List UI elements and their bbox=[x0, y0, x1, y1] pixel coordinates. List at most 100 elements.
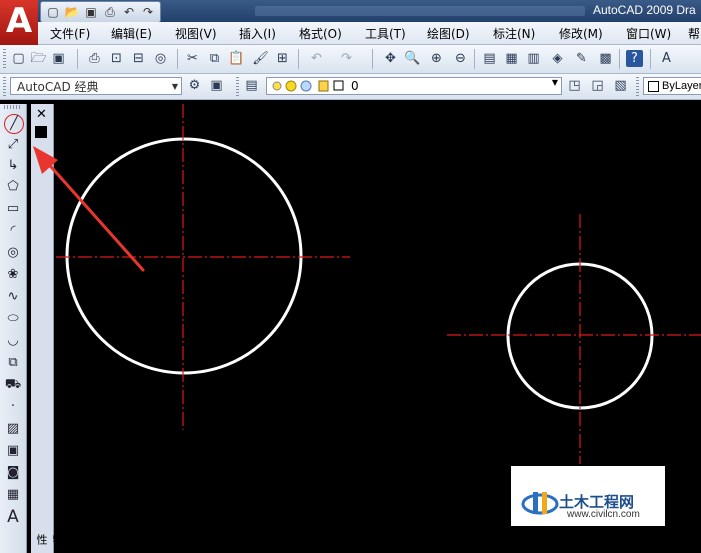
layer-state-icons bbox=[272, 80, 344, 92]
ellipse-arc-tool-icon[interactable]: ◡ bbox=[4, 332, 22, 350]
properties-icon[interactable]: ▤ bbox=[481, 50, 498, 67]
cut-icon[interactable]: ✂ bbox=[184, 50, 201, 67]
palette-options-icon[interactable] bbox=[35, 126, 47, 138]
menu-edit[interactable]: 编辑(E) bbox=[111, 25, 152, 42]
new-icon[interactable]: ▢ bbox=[45, 5, 61, 20]
draw-toolbar: ╱ ⤢ ↳ ⬠ ▭ ◜ ◎ ❀ ∿ ⬭ ◡ ⧉ ⛟ · ▨ ▣ ◙ ▦ A bbox=[0, 104, 27, 553]
workspace-layer-toolbar: AutoCAD 经典 ▼ ⚙ ▣ ▤ 0 ▼ ◳ ◲ ▧ ByLayer bbox=[0, 74, 701, 100]
title-bar: ▢ 📂 ▣ ⎙ ↶ ↷ AutoCAD 2009 Dra bbox=[0, 0, 701, 23]
3d-dwf-icon[interactable]: ◎ bbox=[152, 50, 169, 67]
menu-bar: 文件(F) 编辑(E) 视图(V) 插入(I) 格式(O) 工具(T) 绘图(D… bbox=[38, 22, 701, 45]
toolbar-separator bbox=[77, 49, 78, 69]
calculator-icon[interactable]: ▩ bbox=[597, 50, 614, 67]
table-tool-icon[interactable]: ▦ bbox=[4, 486, 22, 504]
sheet-set-icon[interactable]: ◈ bbox=[549, 50, 566, 67]
menu-format[interactable]: 格式(O) bbox=[299, 25, 342, 42]
pan-icon[interactable]: ✥ bbox=[382, 50, 399, 67]
toolbar-grip[interactable] bbox=[3, 77, 6, 96]
match-properties-icon[interactable]: 🖌 bbox=[252, 50, 269, 67]
make-block-tool-icon[interactable]: ⛟ bbox=[4, 376, 22, 394]
copy-icon[interactable]: ⧉ bbox=[206, 50, 223, 67]
design-center-icon[interactable]: ▦ bbox=[503, 50, 520, 67]
color-control-dropdown[interactable]: ByLayer bbox=[643, 77, 701, 95]
open-icon[interactable]: 📂 bbox=[64, 5, 80, 20]
tool-palettes-icon[interactable]: ▥ bbox=[525, 50, 542, 67]
toolbar-grip[interactable] bbox=[3, 49, 6, 69]
properties-palette-strip: ✕ 特性 bbox=[31, 104, 64, 553]
window-title: AutoCAD 2009 Dra bbox=[593, 3, 696, 17]
toolbar-grip[interactable] bbox=[4, 105, 22, 109]
insert-block-tool-icon[interactable]: ⧉ bbox=[4, 354, 22, 372]
menu-view[interactable]: 视图(V) bbox=[175, 25, 217, 42]
make-object-layer-current-icon[interactable]: ◳ bbox=[566, 77, 583, 94]
save-icon[interactable]: ▣ bbox=[83, 5, 99, 20]
color-swatch bbox=[648, 81, 659, 92]
print-icon[interactable]: ⎙ bbox=[86, 50, 103, 67]
application-menu-button[interactable]: A bbox=[0, 0, 38, 48]
layer-dropdown[interactable]: 0 ▼ bbox=[266, 77, 562, 95]
toolbar-grip[interactable] bbox=[636, 77, 639, 96]
menu-tools[interactable]: 工具(T) bbox=[365, 25, 406, 42]
zoom-realtime-icon[interactable]: 🔍 bbox=[404, 50, 421, 67]
zoom-window-icon[interactable]: ⊕ bbox=[428, 50, 445, 67]
my-workspace-icon[interactable]: ▣ bbox=[208, 77, 225, 94]
standard-toolbar: ▢ 🗁 ▣ ⎙ ⊡ ⊟ ◎ ✂ ⧉ 📋 🖌 ⊞ ↶ ↷ ✥ 🔍 ⊕ ⊖ ▤ ▦ … bbox=[0, 45, 701, 74]
menu-draw[interactable]: 绘图(D) bbox=[427, 25, 470, 42]
menu-window[interactable]: 窗口(W) bbox=[626, 25, 671, 42]
publish-icon[interactable]: ⊟ bbox=[130, 50, 147, 67]
ellipse-tool-icon[interactable]: ⬭ bbox=[4, 310, 22, 328]
toolbar-separator bbox=[474, 49, 475, 69]
large-circle[interactable] bbox=[65, 137, 303, 375]
layer-manager-icon[interactable]: ▤ bbox=[243, 77, 260, 94]
save-icon[interactable]: ▣ bbox=[50, 50, 67, 67]
print-preview-icon[interactable]: ⊡ bbox=[108, 50, 125, 67]
revision-cloud-tool-icon[interactable]: ❀ bbox=[4, 266, 22, 284]
line-tool-icon[interactable]: ╱ bbox=[4, 114, 24, 134]
menu-dimension[interactable]: 标注(N) bbox=[493, 25, 535, 42]
undo-icon[interactable]: ↶ bbox=[121, 5, 137, 20]
toolbar-grip[interactable] bbox=[236, 77, 239, 96]
blurred-title-region bbox=[255, 6, 585, 16]
help-icon[interactable]: ? bbox=[626, 50, 643, 67]
open-icon[interactable]: 🗁 bbox=[30, 50, 47, 67]
arc-tool-icon[interactable]: ◜ bbox=[4, 222, 22, 240]
toolbar-separator bbox=[372, 49, 373, 69]
watermark: 土木工程网 www.civilcn.com bbox=[511, 466, 665, 526]
close-icon[interactable]: ✕ bbox=[36, 107, 47, 122]
toolbar-separator bbox=[177, 49, 178, 69]
menu-modify[interactable]: 修改(M) bbox=[559, 25, 603, 42]
toolbar-separator bbox=[298, 49, 299, 69]
spline-tool-icon[interactable]: ∿ bbox=[4, 288, 22, 306]
redo-icon[interactable]: ↷ bbox=[338, 50, 355, 67]
rectangle-tool-icon[interactable]: ▭ bbox=[4, 200, 22, 218]
toolbar-separator bbox=[650, 49, 651, 69]
menu-file[interactable]: 文件(F) bbox=[50, 25, 90, 42]
layer-previous-icon[interactable]: ◲ bbox=[589, 77, 606, 94]
circle-tool-icon[interactable]: ◎ bbox=[4, 244, 22, 262]
watermark-url: www.civilcn.com bbox=[567, 509, 640, 520]
redo-icon[interactable]: ↷ bbox=[140, 5, 156, 20]
markup-icon[interactable]: ✎ bbox=[573, 50, 590, 67]
polyline-tool-icon[interactable]: ↳ bbox=[4, 157, 22, 175]
workspace-dropdown[interactable]: AutoCAD 经典 ▼ bbox=[10, 77, 182, 95]
hatch-tool-icon[interactable]: ▨ bbox=[4, 420, 22, 438]
layer-states-icon[interactable]: ▧ bbox=[612, 77, 629, 94]
paste-icon[interactable]: 📋 bbox=[228, 50, 245, 67]
point-tool-icon[interactable]: · bbox=[4, 398, 22, 416]
text-style-icon[interactable]: A bbox=[658, 50, 675, 67]
polygon-tool-icon[interactable]: ⬠ bbox=[4, 178, 22, 196]
print-icon[interactable]: ⎙ bbox=[102, 5, 118, 20]
multiline-text-tool-icon[interactable]: A bbox=[4, 508, 22, 526]
quick-access-toolbar: ▢ 📂 ▣ ⎙ ↶ ↷ bbox=[40, 1, 161, 23]
zoom-previous-icon[interactable]: ⊖ bbox=[452, 50, 469, 67]
gradient-tool-icon[interactable]: ▣ bbox=[4, 442, 22, 460]
undo-icon[interactable]: ↶ bbox=[308, 50, 325, 67]
block-editor-icon[interactable]: ⊞ bbox=[274, 50, 291, 67]
watermark-logo bbox=[521, 492, 559, 515]
new-icon[interactable]: ▢ bbox=[10, 50, 27, 67]
construction-line-tool-icon[interactable]: ⤢ bbox=[4, 136, 22, 154]
workspace-settings-icon[interactable]: ⚙ bbox=[186, 77, 203, 94]
menu-insert[interactable]: 插入(I) bbox=[239, 25, 276, 42]
region-tool-icon[interactable]: ◙ bbox=[4, 464, 22, 482]
menu-help[interactable]: 帮 bbox=[688, 25, 700, 42]
